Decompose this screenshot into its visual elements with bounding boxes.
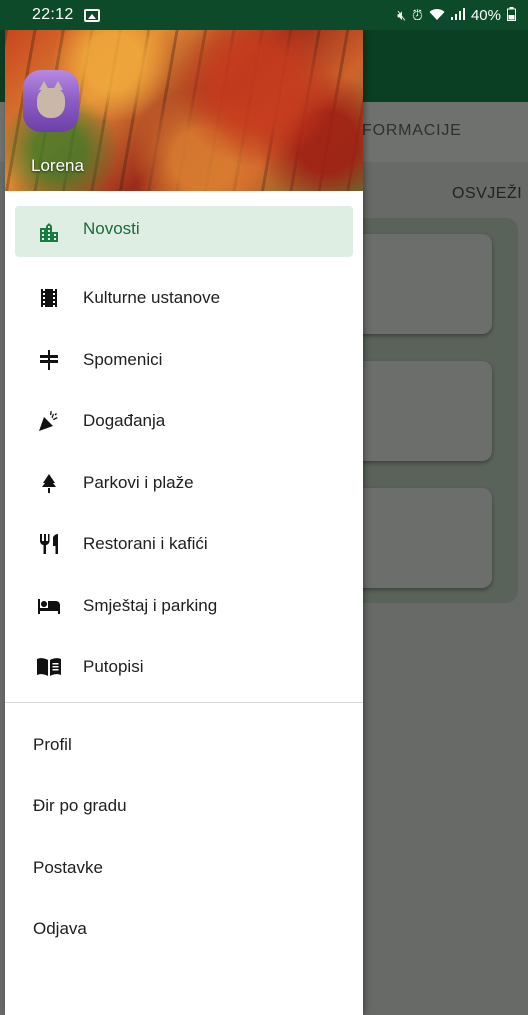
menu-item-label: Novosti [83, 219, 140, 238]
menu-item-label: Putopisi [83, 657, 144, 677]
signal-icon [450, 8, 465, 22]
menu-item-dir-po-gradu[interactable]: Đir po gradu [5, 776, 363, 838]
gallery-icon [83, 8, 100, 22]
menu-item-label: Spomenici [83, 349, 163, 369]
restaurant-icon [35, 530, 63, 558]
menu-item-dogadanja[interactable]: Događanja [5, 391, 363, 453]
user-name: Lorena [31, 156, 84, 175]
menu-item-profil[interactable]: Profil [5, 714, 363, 776]
menu-item-label: Restorani i kafići [83, 534, 208, 554]
menu-item-odjava[interactable]: Odjava [5, 899, 363, 961]
drawer-secondary-menu: Profil Đir po gradu Postavke Odjava [5, 714, 363, 960]
menu-item-parkovi[interactable]: Parkovi i plaže [5, 452, 363, 514]
menu-item-restorani[interactable]: Restorani i kafići [5, 514, 363, 576]
menu-item-kulturne-ustanove[interactable]: Kulturne ustanove [5, 268, 363, 330]
menu-item-putopisi[interactable]: Putopisi [5, 637, 363, 699]
menu-item-smjestaj[interactable]: Smještaj i parking [5, 575, 363, 637]
news-card[interactable] [350, 234, 492, 334]
menu-item-postavke[interactable]: Postavke [5, 837, 363, 899]
menu-item-label: Smještaj i parking [83, 595, 218, 615]
signpost-icon [35, 346, 63, 374]
menu-item-label: Kulturne ustanove [83, 288, 221, 308]
tab-informacije[interactable]: FORMACIJE [362, 122, 462, 140]
tree-icon [35, 469, 63, 497]
alarm-icon: ⏰︎ [412, 7, 423, 23]
city-icon [35, 219, 63, 247]
status-time: 22:12 [32, 6, 74, 23]
menu-divider [5, 702, 363, 703]
news-card[interactable] [350, 361, 492, 461]
wifi-icon [429, 8, 445, 23]
battery-text: 40% [470, 6, 501, 24]
hotel-bed-icon [35, 592, 63, 620]
book-icon [35, 653, 63, 681]
mute-icon: 🔇︎ [397, 7, 407, 23]
drawer-menu: Novosti Kulturne ustanove Spomenici Doga… [5, 206, 363, 698]
news-card[interactable] [350, 488, 492, 588]
menu-item-label: Događanja [83, 411, 166, 431]
drawer-header: Lorena [5, 30, 363, 191]
navigation-drawer: Lorena Novosti Kulturne ustanove Spomeni… [5, 30, 363, 1015]
party-popper-icon [35, 407, 63, 435]
status-icons: 🔇︎ ⏰︎ 40% [397, 7, 516, 24]
battery-icon [507, 7, 516, 23]
menu-item-novosti[interactable]: Novosti [5, 206, 363, 268]
menu-item-spomenici[interactable]: Spomenici [5, 329, 363, 391]
avatar[interactable] [23, 70, 79, 132]
menu-item-label: Parkovi i plaže [83, 472, 194, 492]
refresh-button[interactable]: OSVJEŽI [452, 185, 522, 203]
film-icon [35, 284, 63, 312]
status-bar: 22:12 🔇︎ ⏰︎ 40% [0, 0, 528, 30]
